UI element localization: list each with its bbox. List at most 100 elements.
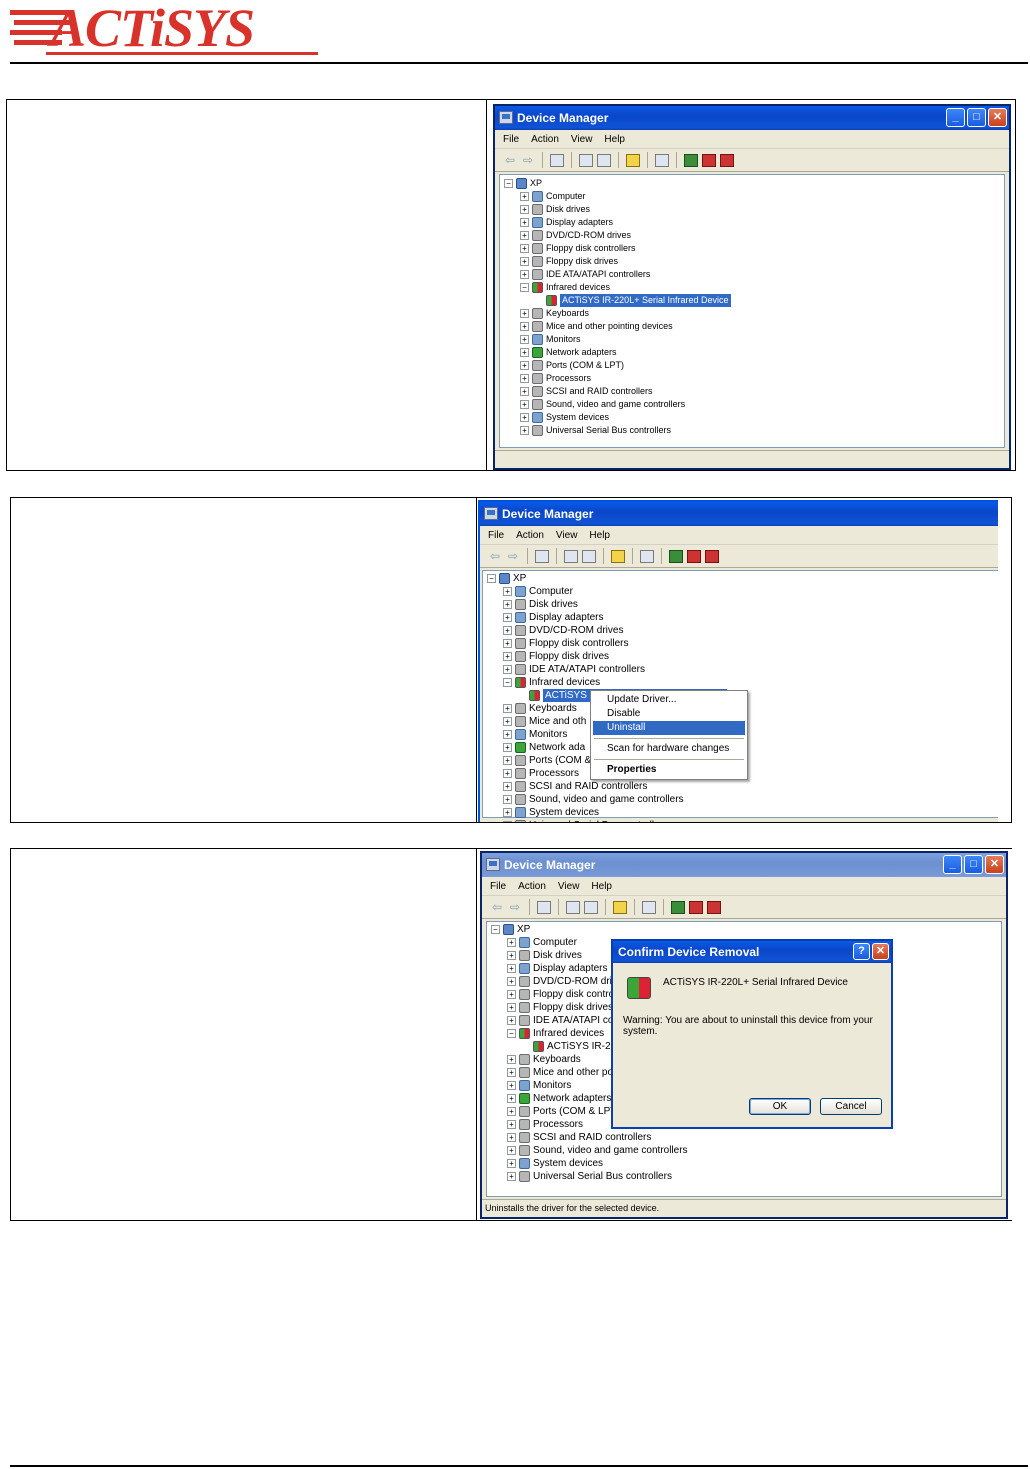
tree-item[interactable]: + Floppy disk drives	[520, 255, 618, 268]
tree-root[interactable]: − XP	[504, 177, 542, 190]
tree-item[interactable]: + Ports (COM & LPT)	[520, 359, 624, 372]
ok-button[interactable]: OK	[749, 1098, 811, 1115]
cancel-button[interactable]: Cancel	[820, 1098, 882, 1115]
tree-item[interactable]: + IDE ATA/ATAPI controllers	[520, 268, 650, 281]
menu-disable[interactable]: Disable	[593, 707, 745, 721]
menu-view[interactable]: View	[558, 881, 580, 892]
disable-icon[interactable]	[707, 900, 721, 914]
update-driver-icon[interactable]	[684, 153, 698, 167]
tree-item[interactable]: + Display adapters	[503, 611, 603, 624]
forward-icon[interactable]: ⇨	[508, 900, 522, 914]
update-driver-icon[interactable]	[671, 900, 685, 914]
tree-item[interactable]: + Sound, video and game controllers	[520, 398, 685, 411]
tree-item[interactable]: + Processors	[507, 1118, 583, 1131]
tree-item[interactable]: + DVD/CD-ROM driv	[507, 975, 617, 988]
help-button[interactable]: ?	[853, 943, 870, 960]
tree-item[interactable]: + Computer	[503, 585, 573, 598]
menu-update-driver[interactable]: Update Driver...	[593, 693, 745, 707]
tree-item[interactable]: + Floppy disk controllers	[520, 242, 636, 255]
back-icon[interactable]: ⇦	[490, 900, 504, 914]
tree-item[interactable]: + Floppy disk drives	[503, 650, 609, 663]
tree-item[interactable]: + Keyboards	[507, 1053, 581, 1066]
tree-item[interactable]: +Universal Serial Bus controllers	[507, 1170, 672, 1183]
maximize-button[interactable]: □	[964, 855, 983, 874]
uninstall-icon[interactable]	[702, 153, 716, 167]
tree-item[interactable]: + Keyboards	[503, 702, 577, 715]
back-icon[interactable]: ⇦	[503, 153, 517, 167]
show-hide-console-icon[interactable]	[550, 153, 564, 167]
tree-item[interactable]: + Mice and other pointing devices	[520, 320, 673, 333]
tree-item[interactable]: + Mice and oth	[503, 715, 586, 728]
scan-hardware-icon[interactable]	[640, 549, 654, 563]
tree-item[interactable]: + Display adapters	[520, 216, 613, 229]
tree-item[interactable]: + Disk drives	[503, 598, 578, 611]
tree-item[interactable]: + Floppy disk drives	[507, 1001, 613, 1014]
dialog-close-button[interactable]: ✕	[872, 943, 889, 960]
tree-root[interactable]: − XP	[487, 572, 526, 585]
tree-item[interactable]: + IDE ATA/ATAPI co	[507, 1014, 613, 1027]
minimize-button[interactable]: _	[946, 108, 965, 127]
tree-item[interactable]: + Monitors	[507, 1079, 571, 1092]
tree-item[interactable]: + Network ada	[503, 741, 585, 754]
tree-item[interactable]: + System devices	[503, 806, 599, 819]
tree-item[interactable]: + Display adapters	[507, 962, 607, 975]
menu-view[interactable]: View	[556, 530, 578, 541]
show-hide-console-icon[interactable]	[535, 549, 549, 563]
tree-item[interactable]: + System devices	[507, 1157, 603, 1170]
help-icon[interactable]	[611, 549, 625, 563]
tree-item-infrared[interactable]: − Infrared devices	[503, 676, 600, 689]
menu-help[interactable]: Help	[604, 134, 625, 145]
tree-item-infrared-device[interactable]: ACTiSYS IR-220L+ Serial Infrared Device	[546, 294, 731, 307]
maximize-button[interactable]: □	[967, 108, 986, 127]
show-hide-console-icon[interactable]	[537, 900, 551, 914]
tree-item[interactable]: + Ports (COM &	[503, 754, 591, 767]
disable-icon[interactable]	[720, 153, 734, 167]
scan-hardware-icon[interactable]	[642, 900, 656, 914]
tree-item[interactable]: + Network adapters	[507, 1092, 611, 1105]
print-icon[interactable]	[597, 153, 611, 167]
tree-item-infrared[interactable]: − Infrared devices	[520, 281, 610, 294]
tree-item[interactable]: + Sound, video and game controllers	[503, 793, 684, 806]
tree-item[interactable]: + Monitors	[503, 728, 567, 741]
forward-icon[interactable]: ⇨	[521, 153, 535, 167]
tree-item[interactable]: + DVD/CD-ROM drives	[503, 624, 623, 637]
update-driver-icon[interactable]	[669, 549, 683, 563]
scan-hardware-icon[interactable]	[655, 153, 669, 167]
tree-item[interactable]: + SCSI and RAID controllers	[507, 1131, 651, 1144]
tree-item[interactable]: + Ports (COM & LPT	[507, 1105, 616, 1118]
tree-item[interactable]: + SCSI and RAID controllers	[503, 780, 647, 793]
uninstall-icon[interactable]	[687, 549, 701, 563]
tree-item[interactable]: +Universal Serial Bus controllers	[520, 424, 671, 437]
minimize-button[interactable]: _	[943, 855, 962, 874]
tree-item[interactable]: + Mice and other po	[507, 1066, 613, 1079]
menu-action[interactable]: Action	[531, 134, 559, 145]
tree-item[interactable]: + DVD/CD-ROM drives	[520, 229, 631, 242]
close-button[interactable]: ✕	[988, 108, 1007, 127]
tree-root[interactable]: − XP	[491, 923, 530, 936]
tree-item[interactable]: + Sound, video and game controllers	[507, 1144, 688, 1157]
tree-item-infrared[interactable]: − Infrared devices	[507, 1027, 604, 1040]
menu-properties[interactable]: Properties	[593, 763, 745, 777]
tree-item[interactable]: + Monitors	[520, 333, 581, 346]
tree-item[interactable]: + Disk drives	[520, 203, 590, 216]
back-icon[interactable]: ⇦	[488, 549, 502, 563]
close-button[interactable]: ✕	[985, 855, 1004, 874]
menu-action[interactable]: Action	[518, 881, 546, 892]
menu-file[interactable]: File	[503, 134, 519, 145]
forward-icon[interactable]: ⇨	[506, 549, 520, 563]
tree-item[interactable]: + Processors	[503, 767, 579, 780]
tree-item[interactable]: +Universal Serial Bus controllers	[503, 819, 668, 822]
tree-item[interactable]: + Processors	[520, 372, 591, 385]
print-icon[interactable]	[582, 549, 596, 563]
menu-help[interactable]: Help	[589, 530, 610, 541]
tree-item[interactable]: + Floppy disk contro	[507, 988, 614, 1001]
tree-item[interactable]: + Keyboards	[520, 307, 589, 320]
print-icon[interactable]	[584, 900, 598, 914]
tree-item[interactable]: + System devices	[520, 411, 609, 424]
tree-item[interactable]: + Computer	[507, 936, 577, 949]
menu-view[interactable]: View	[571, 134, 593, 145]
disable-icon[interactable]	[705, 549, 719, 563]
menu-uninstall[interactable]: Uninstall	[593, 721, 745, 735]
tree-item[interactable]: + Computer	[520, 190, 586, 203]
tree-item[interactable]: + Network adapters	[520, 346, 617, 359]
